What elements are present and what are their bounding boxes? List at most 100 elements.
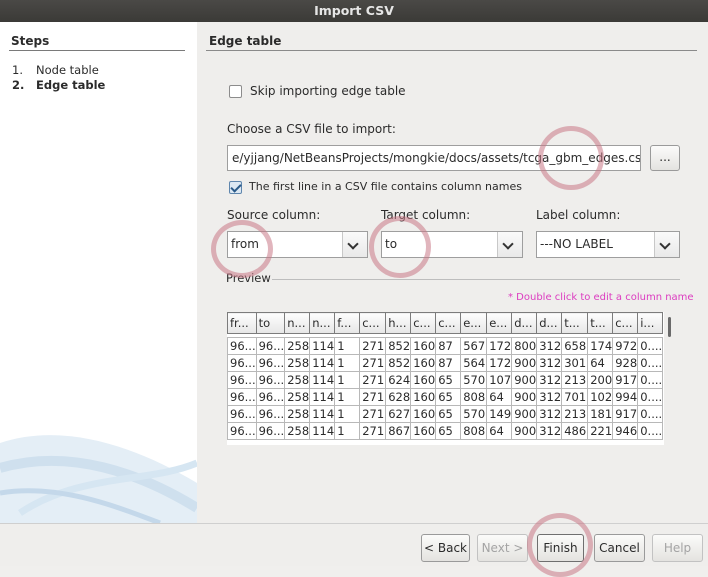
label-column-select[interactable]: ---NO LABEL: [536, 231, 680, 258]
source-column-select[interactable]: from: [227, 231, 368, 258]
table-cell: 213: [561, 405, 589, 423]
column-header[interactable]: to: [255, 312, 286, 334]
column-header[interactable]: c...: [410, 312, 437, 334]
chevron-down-icon[interactable]: [342, 232, 367, 257]
next-button[interactable]: Next >: [477, 534, 528, 562]
table-cell: 808: [460, 422, 488, 440]
preview-vertical-scrollbar[interactable]: [666, 315, 674, 439]
table-cell: 96...: [255, 337, 286, 355]
cancel-button[interactable]: Cancel: [594, 534, 645, 562]
table-cell: 867: [385, 422, 412, 440]
chevron-down-icon[interactable]: [654, 232, 679, 257]
column-header[interactable]: n...: [309, 312, 336, 334]
table-cell: 107: [486, 371, 513, 389]
table-cell: 0....: [637, 422, 664, 440]
wizard-footer: < Back Next > Finish Cancel Help: [0, 523, 708, 566]
table-cell: 570: [460, 405, 488, 423]
table-row: 96... 96... 258 114 1 271 852 160 87 567 172 800 312…: [227, 337, 664, 355]
table-cell: 96...: [255, 405, 286, 423]
table-cell: 852: [385, 337, 412, 355]
column-header[interactable]: h...: [385, 312, 412, 334]
column-header[interactable]: i...: [637, 312, 664, 334]
column-header[interactable]: fr...: [227, 312, 257, 334]
skip-edge-table-checkbox[interactable]: [229, 85, 242, 98]
edge-table-panel: Edge table Skip importing edge table Cho…: [197, 22, 708, 523]
preview-label: Preview: [226, 271, 271, 285]
table-cell: 800: [511, 337, 538, 355]
table-cell: 900: [511, 354, 538, 372]
target-column-label: Target column:: [381, 208, 471, 222]
table-cell: 96...: [255, 354, 286, 372]
table-cell: 994: [612, 388, 639, 406]
browse-button[interactable]: ...: [650, 145, 680, 171]
table-cell: 271: [359, 422, 387, 440]
table-cell: 312: [536, 337, 563, 355]
table-cell: 271: [359, 337, 387, 355]
help-button[interactable]: Help: [652, 534, 703, 562]
column-header[interactable]: c...: [612, 312, 639, 334]
column-header[interactable]: t...: [587, 312, 614, 334]
table-cell: 114: [309, 422, 336, 440]
first-line-header-label: The first line in a CSV file contains co…: [249, 180, 522, 193]
table-cell: 114: [309, 405, 336, 423]
table-cell: 114: [309, 337, 336, 355]
scrollbar-thumb[interactable]: [668, 317, 671, 337]
table-cell: 258: [284, 371, 311, 389]
skip-edge-table-label: Skip importing edge table: [250, 84, 406, 98]
steps-panel: Steps 1. Node table 2. Edge table: [0, 22, 197, 523]
table-cell: 96...: [227, 337, 257, 355]
chevron-down-icon[interactable]: [497, 232, 522, 257]
table-cell: 114: [309, 388, 336, 406]
column-header[interactable]: d...: [511, 312, 538, 334]
table-cell: 624: [385, 371, 412, 389]
table-cell: 96...: [255, 422, 286, 440]
table-cell: 172: [486, 337, 513, 355]
panel-divider: [206, 50, 697, 51]
table-cell: 65: [435, 371, 462, 389]
table-cell: 271: [359, 354, 387, 372]
file-prompt-label: Choose a CSV file to import:: [227, 122, 396, 136]
table-cell: 852: [385, 354, 412, 372]
table-cell: 1: [334, 422, 361, 440]
table-cell: 1: [334, 354, 361, 372]
finish-button[interactable]: Finish: [537, 534, 584, 562]
preview-table[interactable]: fr... to n... n... f... c... h... c... c... e... e…: [227, 312, 664, 445]
table-cell: 486: [561, 422, 589, 440]
back-button[interactable]: < Back: [421, 534, 470, 562]
column-header[interactable]: e...: [486, 312, 513, 334]
table-cell: 258: [284, 405, 311, 423]
column-header[interactable]: c...: [435, 312, 462, 334]
table-cell: 65: [435, 422, 462, 440]
table-cell: 64: [486, 388, 513, 406]
table-cell: 271: [359, 405, 387, 423]
table-cell: 0....: [637, 337, 664, 355]
table-cell: 1: [334, 337, 361, 355]
column-header[interactable]: n...: [284, 312, 311, 334]
table-cell: 64: [587, 354, 614, 372]
column-header[interactable]: e...: [460, 312, 488, 334]
column-header[interactable]: c...: [359, 312, 387, 334]
table-cell: 271: [359, 388, 387, 406]
table-cell: 312: [536, 388, 563, 406]
target-column-select[interactable]: to: [381, 231, 523, 258]
table-cell: 96...: [227, 354, 257, 372]
table-cell: 221: [587, 422, 614, 440]
table-cell: 570: [460, 371, 488, 389]
table-row: 96... 96... 258 114 1 271 867 160 65 808 64 900 312 4…: [227, 422, 664, 440]
table-cell: 0....: [637, 405, 664, 423]
table-cell: 102: [587, 388, 614, 406]
file-path-field[interactable]: e/yjjang/NetBeansProjects/mongkie/docs/a…: [227, 145, 641, 171]
first-line-header-checkbox[interactable]: [229, 181, 242, 194]
table-cell: 1: [334, 388, 361, 406]
table-cell: 928: [612, 354, 639, 372]
column-header[interactable]: d...: [536, 312, 563, 334]
edit-column-hint: * Double click to edit a column name: [508, 292, 694, 303]
column-header[interactable]: t...: [561, 312, 589, 334]
column-header[interactable]: f...: [334, 312, 361, 334]
step-label: Edge table: [36, 78, 106, 92]
preview-body: 96... 96... 258 114 1 271 852 160 87 567 172 800 312…: [227, 337, 664, 440]
table-cell: 65: [435, 405, 462, 423]
table-cell: 160: [410, 422, 437, 440]
source-column-value: from: [231, 237, 259, 251]
table-cell: 64: [486, 422, 513, 440]
